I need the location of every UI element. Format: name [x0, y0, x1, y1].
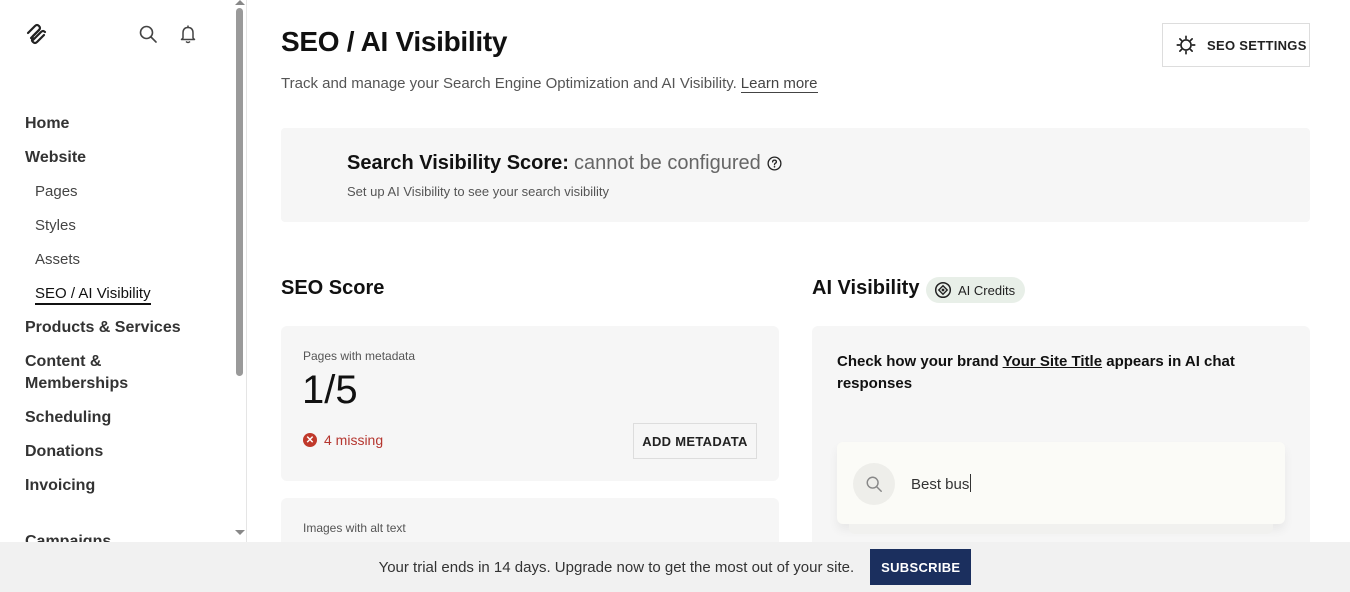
sidebar-item-scheduling[interactable]: Scheduling: [25, 406, 225, 440]
metadata-label: Pages with metadata: [303, 349, 416, 363]
ai-search-text: Best bus: [911, 476, 970, 493]
metadata-value: 1/5: [302, 368, 358, 412]
subscribe-button[interactable]: SUBSCRIBE: [870, 549, 972, 585]
sidebar-item-label: Products & Services: [25, 319, 181, 336]
sidebar-item-donations[interactable]: Donations: [25, 440, 225, 474]
ai-text-before: Check how your brand: [837, 353, 1003, 370]
text-caret: [970, 474, 972, 492]
sidebar-item-label: Donations: [25, 443, 104, 460]
subtitle-text: Track and manage your Search Engine Opti…: [281, 75, 737, 92]
sidebar-item-label: Scheduling: [25, 409, 112, 426]
bell-icon[interactable]: [178, 24, 198, 44]
search-stack-shadow: [849, 524, 1273, 534]
add-metadata-button[interactable]: ADD METADATA: [633, 423, 757, 459]
search-icon[interactable]: [138, 24, 158, 44]
page-title: SEO / AI Visibility: [281, 26, 508, 57]
sidebar-scroll-thumb[interactable]: [236, 8, 243, 376]
search-icon: [853, 463, 895, 505]
ai-credits-badge[interactable]: AI Credits: [926, 277, 1026, 303]
squarespace-logo-icon[interactable]: [24, 22, 48, 46]
score-value: cannot be configured: [573, 152, 761, 174]
trial-text: Your trial ends in 14 days. Upgrade now …: [378, 558, 855, 576]
main-content: SEO / AI Visibility Track and manage you…: [248, 0, 1350, 542]
sidebar-item-label: Campaigns: [25, 533, 112, 542]
error-icon: ✕: [303, 433, 317, 447]
site-title-link[interactable]: Your Site Title: [1003, 353, 1102, 370]
sidebar-item-label: Invoicing: [25, 477, 96, 494]
score-label: Search Visibility Score:: [347, 152, 569, 174]
sidebar-item-seo-ai-visibility[interactable]: SEO / AI Visibility: [25, 282, 225, 316]
ai-credits-label: AI Credits: [958, 282, 1016, 298]
sidebar-item-label: Pages: [35, 183, 78, 200]
sidebar-item-content-memberships[interactable]: Content & Memberships: [25, 350, 145, 406]
sidebar-item-label: Styles: [35, 217, 76, 234]
sidebar-item-label: Content & Memberships: [25, 353, 129, 392]
sidebar-item-label: Website: [25, 149, 87, 166]
pages-metadata-card: Pages with metadata 1/5 ✕ 4 missing ADD …: [281, 326, 779, 481]
sidebar-item-home[interactable]: Home: [25, 112, 225, 146]
search-visibility-subtitle: Set up AI Visibility to see your search …: [347, 184, 610, 199]
trial-banner: Your trial ends in 14 days. Upgrade now …: [0, 542, 1350, 592]
sidebar-item-pages[interactable]: Pages: [25, 180, 225, 214]
images-alt-text-card: Images with alt text: [281, 498, 779, 542]
help-icon[interactable]: [767, 156, 782, 171]
search-visibility-title: Search Visibility Score: cannot be confi…: [347, 152, 782, 175]
search-visibility-card: Search Visibility Score: cannot be confi…: [281, 128, 1310, 222]
scroll-up-arrow[interactable]: [235, 0, 245, 5]
page-subtitle: Track and manage your Search Engine Opti…: [281, 75, 818, 93]
alt-text-label: Images with alt text: [303, 521, 406, 535]
sidebar-item-products-services[interactable]: Products & Services: [25, 316, 225, 350]
sidebar-item-label: SEO / AI Visibility: [35, 285, 151, 305]
ai-visibility-description: Check how your brand Your Site Title app…: [837, 351, 1287, 395]
ai-visibility-card: Check how your brand Your Site Title app…: [812, 326, 1310, 542]
sidebar-item-website[interactable]: Website: [25, 146, 225, 180]
sidebar-item-label: Assets: [35, 251, 81, 268]
gear-icon: [1176, 35, 1196, 55]
sidebar-nav: Home Website Pages Styles Assets SEO / A…: [25, 112, 225, 542]
sidebar-item-campaigns[interactable]: Campaigns: [25, 530, 225, 542]
missing-status: ✕ 4 missing: [303, 432, 383, 448]
seo-settings-label: SEO SETTINGS: [1207, 37, 1307, 53]
sidebar-item-assets[interactable]: Assets: [25, 248, 225, 282]
ai-search-query: Best bus: [911, 474, 972, 493]
seo-settings-button[interactable]: SEO SETTINGS: [1162, 23, 1310, 67]
target-icon: [934, 281, 952, 299]
ai-search-preview[interactable]: Best bus: [837, 442, 1285, 534]
seo-score-title: SEO Score: [281, 277, 385, 299]
sidebar-item-invoicing[interactable]: Invoicing: [25, 474, 225, 530]
scroll-down-arrow[interactable]: [235, 530, 245, 535]
ai-visibility-title: AI Visibility: [812, 277, 920, 299]
missing-count: 4 missing: [324, 432, 384, 448]
sidebar-item-styles[interactable]: Styles: [25, 214, 225, 248]
learn-more-link[interactable]: Learn more: [740, 75, 818, 93]
sidebar: Home Website Pages Styles Assets SEO / A…: [0, 0, 233, 542]
sidebar-item-label: Home: [25, 115, 70, 132]
